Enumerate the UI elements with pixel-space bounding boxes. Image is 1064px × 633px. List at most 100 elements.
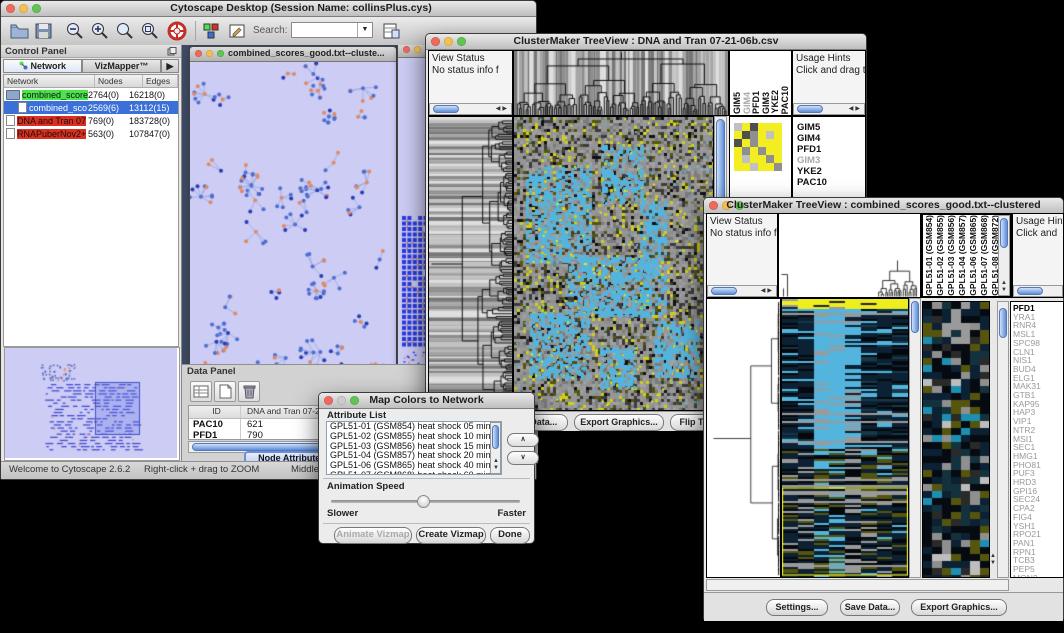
treeview1-column-labels[interactable]: GIM5GIM4PFD1GIM3YKE2PAC10 (729, 50, 792, 116)
open-file-button[interactable] (9, 21, 30, 41)
column-label[interactable]: GPL51-04 (GSM857) (957, 215, 968, 296)
column-dendrogram-canvas[interactable] (514, 51, 728, 115)
gene-list-vscrollbar[interactable] (997, 301, 1009, 578)
treeview2-row-dendrogram[interactable] (706, 298, 781, 578)
annotation-icon[interactable] (227, 21, 248, 41)
column-label[interactable]: GPL51-06 (GSM865) (968, 215, 979, 296)
close-icon[interactable] (403, 46, 410, 53)
network-overview-panel[interactable] (4, 347, 180, 461)
settings-button[interactable]: Settings... (766, 599, 828, 616)
column-label[interactable]: PFD1 (751, 91, 761, 114)
search-input[interactable]: ▼ (291, 22, 373, 38)
minimize-icon[interactable] (19, 4, 28, 13)
treeview2-vscrollbar[interactable] (909, 298, 921, 578)
treeview2-heatmap[interactable] (781, 298, 909, 578)
treeview1-row-dendrogram[interactable] (428, 116, 513, 411)
column-label[interactable]: GPL51-01 (GSM854) (924, 215, 935, 296)
treeview2-column-dendrogram[interactable] (778, 213, 921, 298)
scrollbar-arrows[interactable]: ◀▶ (496, 104, 509, 114)
treeview2-title-bar[interactable]: ClusterMaker TreeView : combined_scores_… (704, 198, 1063, 214)
slider-thumb[interactable] (417, 495, 430, 508)
treeview2-zoom-heatmap[interactable] (922, 301, 990, 578)
zoom-selected-icon[interactable] (139, 21, 160, 41)
tab-network[interactable]: Network (3, 59, 82, 73)
scrollbar-thumb[interactable] (711, 287, 737, 295)
save-button[interactable] (33, 21, 54, 41)
scrollbar-thumb[interactable] (911, 301, 919, 333)
gene-label[interactable]: GIM5 (797, 122, 865, 133)
column-label[interactable]: GIM5 (732, 92, 742, 114)
zoom-fit-icon[interactable] (114, 21, 135, 41)
column-label[interactable]: GPL51-07 (GSM868) (979, 215, 990, 296)
column-labels-vscrollbar[interactable]: ▲▼ (998, 215, 1010, 296)
zoom-window-icon[interactable] (217, 50, 224, 57)
gene-label[interactable]: PAC10 (797, 177, 865, 188)
tab-overflow-arrow[interactable]: ▶ (161, 59, 179, 73)
treeview1-heatmap[interactable] (513, 116, 714, 411)
network-overview-canvas[interactable] (5, 348, 177, 458)
gene-label[interactable]: MON2 (1013, 574, 1063, 578)
column-labels[interactable]: GPL51-01 (GSM854)GPL51-02 (GSM855) GPL51-… (923, 215, 1010, 296)
heatmap-canvas[interactable] (782, 299, 908, 577)
scrollbar-arrows[interactable]: ◀▶ (849, 104, 862, 114)
close-icon[interactable] (195, 50, 202, 57)
save-data-button[interactable]: Save Data... (840, 599, 900, 616)
delete-attribute-icon[interactable] (238, 381, 260, 402)
attribute-table-icon[interactable] (190, 381, 212, 402)
done-button[interactable]: Done (490, 527, 530, 544)
scrollbar-thumb[interactable] (797, 105, 823, 113)
view-status-hscrollbar[interactable]: ◀▶ (707, 285, 777, 297)
treeview1-title-bar[interactable]: ClusterMaker TreeView : DNA and Tran 07-… (426, 34, 866, 50)
create-vizmap-button[interactable]: Create Vizmap (416, 527, 486, 544)
row-dendrogram-canvas[interactable] (707, 299, 780, 577)
treeview1-column-dendrogram[interactable] (513, 50, 729, 116)
gene-label[interactable]: GIM3 (797, 155, 865, 166)
chevron-down-icon[interactable]: ▼ (357, 23, 372, 37)
help-lifering-icon[interactable] (166, 21, 187, 41)
minimize-icon[interactable] (206, 50, 213, 57)
tab-vizmapper[interactable]: VizMapper™ (82, 59, 161, 73)
zoom-window-icon[interactable] (32, 4, 41, 13)
attribute-list-vscrollbar[interactable]: ▲▼ (490, 422, 501, 474)
window-controls[interactable] (6, 4, 41, 13)
zoom-out-icon[interactable] (64, 21, 85, 41)
attribute-item[interactable]: GPL51-07 (GSM868) heat shock 60 min (327, 471, 501, 475)
zoom-scroll-arrows[interactable]: ▲▼ (990, 553, 996, 567)
row-dendrogram-canvas[interactable] (429, 117, 512, 410)
column-dendrogram-canvas[interactable] (779, 214, 920, 297)
view-status-hscrollbar[interactable]: ◀▶ (429, 103, 512, 115)
gene-label[interactable]: GIM4 (797, 133, 865, 144)
float-panel-icon[interactable] (167, 47, 177, 56)
column-label[interactable]: GIM3 (761, 92, 771, 114)
scrollbar-thumb[interactable] (1017, 287, 1043, 295)
node-attributes-icon[interactable] (201, 21, 222, 41)
dialog-title-bar[interactable]: Map Colors to Network (319, 393, 534, 409)
gene-label[interactable]: PFD1 (797, 144, 865, 155)
network-tree-row[interactable]: combined_sco2569(6)13112(15) (4, 101, 178, 114)
minimize-icon[interactable] (414, 46, 421, 53)
close-icon[interactable] (6, 4, 15, 13)
treeview2-column-labels-panel[interactable]: GPL51-01 (GSM854)GPL51-02 (GSM855) GPL51-… (921, 213, 1012, 298)
heatmap-canvas[interactable] (514, 117, 713, 410)
network-tree-row[interactable]: combined_scores2764(0)16218(0) (4, 88, 178, 101)
scrollbar-thumb[interactable] (433, 105, 459, 113)
gene-label[interactable]: YKE2 (797, 166, 865, 177)
zoom-in-icon[interactable] (89, 21, 110, 41)
scrollbar-thumb[interactable] (1000, 218, 1008, 248)
export-graphics-button[interactable]: Export Graphics... (574, 414, 664, 431)
treeview2-hscrollbar[interactable] (706, 579, 1009, 591)
network-tree-row[interactable]: RNAPuberNov2+563(0)107847(0) (4, 127, 178, 140)
animate-vizmap-button[interactable]: Animate Vizmap (334, 527, 412, 544)
move-up-button[interactable]: ∧ (507, 433, 539, 447)
zoom-heatmap-canvas[interactable] (923, 302, 989, 577)
main-title-bar[interactable]: Cytoscape Desktop (Session Name: collins… (1, 1, 536, 17)
new-attribute-icon[interactable] (214, 381, 236, 402)
scrollbar-arrows[interactable]: ▲▼ (1001, 280, 1007, 294)
column-label[interactable]: GIM4 (742, 92, 752, 114)
scrollbar-arrows[interactable]: ▲▼ (493, 458, 499, 472)
scrollbar-arrows[interactable]: ◀▶ (761, 286, 774, 296)
column-label[interactable]: GPL51-02 (GSM855) (935, 215, 946, 296)
scrollbar-thumb[interactable] (492, 425, 499, 449)
treeview2-gene-list[interactable]: PFD1YRA1RNR4MSL1SPC98CLN1NIS1BUD4ELG1MAK… (1010, 301, 1064, 578)
usage-hints-hscrollbar[interactable]: ◀▶ (793, 103, 865, 115)
